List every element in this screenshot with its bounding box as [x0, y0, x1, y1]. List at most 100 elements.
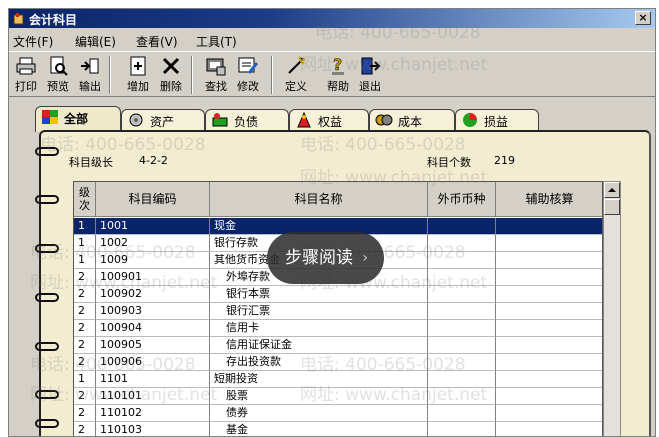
menu-edit[interactable]: 编辑(E) — [75, 33, 116, 50]
tab-all[interactable]: 全部 — [35, 106, 121, 132]
cell-level: 2 — [74, 354, 96, 371]
tab-liabilities-label: 负债 — [234, 115, 259, 129]
cell-code: 110102 — [96, 405, 210, 422]
export-button[interactable]: 输出 — [75, 55, 105, 95]
table-row[interactable]: 2 110101 股票 — [74, 388, 602, 405]
add-icon — [130, 56, 146, 76]
cell-level: 2 — [74, 337, 96, 354]
cell-currency — [428, 269, 496, 286]
preview-button[interactable]: 预览 — [43, 55, 73, 95]
table-row[interactable]: 2 100905 信用证保证金 — [74, 337, 602, 354]
cell-auxiliary — [496, 269, 602, 286]
binder-ring — [35, 147, 59, 156]
cell-currency — [428, 235, 496, 252]
table-row[interactable]: 2 110102 债券 — [74, 405, 602, 422]
cell-level: 2 — [74, 405, 96, 422]
edit-icon — [238, 57, 259, 74]
cell-auxiliary — [496, 388, 602, 405]
scroll-up-button[interactable] — [604, 182, 620, 198]
binder-ring — [35, 390, 59, 399]
header-name[interactable]: 科目名称 — [210, 182, 428, 217]
step-reading-button[interactable]: 步骤阅读 › — [267, 232, 384, 284]
cell-code: 100906 — [96, 354, 210, 371]
title-bar[interactable]: 会计科目 × — [9, 9, 655, 28]
cell-currency — [428, 218, 496, 235]
tab-cost-label: 成本 — [398, 115, 423, 129]
cell-code: 100903 — [96, 303, 210, 320]
binder-ring — [35, 419, 59, 428]
exit-label: 退出 — [359, 80, 381, 93]
table-row[interactable]: 2 100903 银行汇票 — [74, 303, 602, 320]
table-row[interactable]: 2 110103 基金 — [74, 422, 602, 436]
cell-auxiliary — [496, 286, 602, 303]
cell-currency — [428, 354, 496, 371]
cell-code: 110103 — [96, 422, 210, 436]
delete-icon — [162, 57, 180, 75]
count-label: 科目个数 — [427, 156, 471, 169]
export-icon — [81, 58, 99, 74]
add-button[interactable]: 增加 — [123, 55, 153, 95]
vertical-scrollbar[interactable] — [603, 181, 621, 436]
tab-assets-label: 资产 — [150, 115, 175, 129]
table-row[interactable]: 1 1101 短期投资 — [74, 371, 602, 388]
header-code[interactable]: 科目编码 — [96, 182, 210, 217]
table-row[interactable]: 2 100902 银行本票 — [74, 286, 602, 303]
help-label: 帮助 — [327, 80, 349, 93]
cell-level: 1 — [74, 252, 96, 269]
toolbar-separator — [271, 56, 273, 94]
delete-button[interactable]: 删除 — [156, 55, 186, 95]
cell-name: 股票 — [210, 388, 428, 405]
edit-button[interactable]: 修改 — [233, 55, 263, 95]
tab-equity[interactable]: 权益 — [289, 109, 369, 131]
step-reading-label: 步骤阅读 — [285, 248, 353, 268]
header-currency[interactable]: 外币币种 — [428, 182, 496, 217]
cell-level: 2 — [74, 286, 96, 303]
cell-name: 债券 — [210, 405, 428, 422]
cell-level: 1 — [74, 235, 96, 252]
tab-assets[interactable]: 资产 — [121, 109, 205, 131]
all-icon — [42, 110, 58, 124]
cell-currency — [428, 320, 496, 337]
menu-file[interactable]: 文件(F) — [13, 33, 53, 50]
table-row[interactable]: 2 100904 信用卡 — [74, 320, 602, 337]
menu-view[interactable]: 查看(V) — [136, 33, 178, 50]
tab-profit-loss[interactable]: 损益 — [455, 109, 539, 131]
exit-icon — [361, 57, 381, 75]
header-level[interactable]: 级次 — [74, 182, 96, 217]
count-value: 219 — [494, 154, 515, 167]
level-value: 4-2-2 — [139, 154, 168, 167]
cell-auxiliary — [496, 303, 602, 320]
cell-auxiliary — [496, 422, 602, 436]
chevron-right-icon: › — [362, 250, 368, 266]
binder-ring — [35, 293, 59, 302]
cell-level: 2 — [74, 303, 96, 320]
help-button[interactable]: ? 帮助 — [323, 55, 353, 95]
cell-name: 存出投资款 — [210, 354, 428, 371]
scroll-thumb[interactable] — [604, 199, 620, 215]
tab-cost[interactable]: 成本 — [369, 109, 455, 131]
level-label: 科目级长 — [69, 156, 113, 169]
cell-auxiliary — [496, 235, 602, 252]
table-row[interactable]: 2 100906 存出投资款 — [74, 354, 602, 371]
tab-liabilities[interactable]: 负债 — [205, 109, 289, 131]
close-button[interactable]: × — [635, 11, 651, 25]
accounts-table[interactable]: 级次 科目编码 科目名称 外币币种 辅助核算 1 1001 现金 1 1002 银行存款 1… — [73, 181, 603, 436]
define-button[interactable]: 定义 — [281, 55, 311, 95]
binder-ring — [35, 244, 59, 253]
cell-level: 2 — [74, 269, 96, 286]
exit-button[interactable]: 退出 — [355, 55, 385, 95]
cell-auxiliary — [496, 405, 602, 422]
preview-icon — [50, 56, 68, 76]
cell-code: 1001 — [96, 218, 210, 235]
find-button[interactable]: 查找 — [201, 55, 231, 95]
find-label: 查找 — [205, 80, 227, 93]
header-auxiliary[interactable]: 辅助核算 — [496, 182, 602, 217]
menu-tools[interactable]: 工具(T) — [196, 33, 237, 50]
export-label: 输出 — [79, 80, 101, 93]
svg-text:?: ? — [333, 55, 342, 74]
print-button[interactable]: 打印 — [11, 55, 41, 95]
cell-currency — [428, 422, 496, 436]
menu-bar: 文件(F) 编辑(E) 查看(V) 工具(T) — [9, 30, 655, 50]
printer-icon — [16, 57, 36, 75]
cell-code: 1009 — [96, 252, 210, 269]
